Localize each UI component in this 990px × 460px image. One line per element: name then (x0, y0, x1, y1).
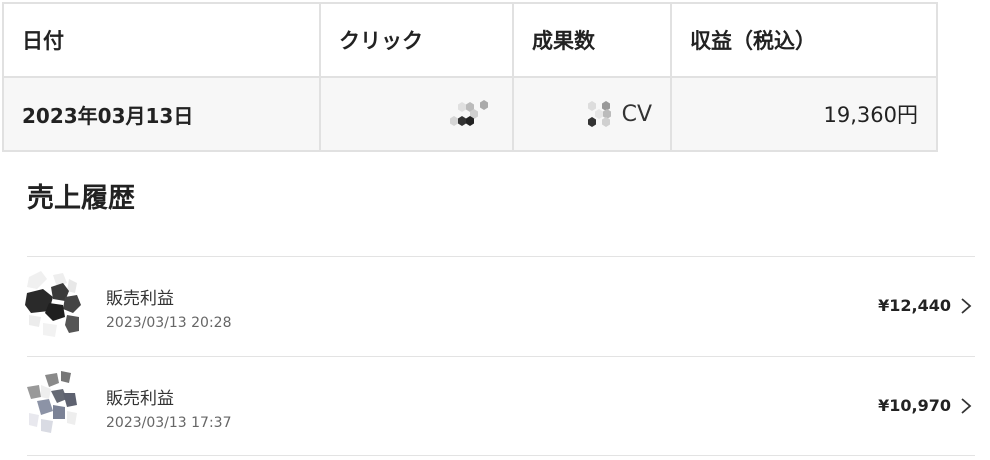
stats-table: 日付 クリック 成果数 収益（税込） 2023年03月13日 CV 19,360… (2, 2, 938, 152)
header-date: 日付 (2, 2, 321, 78)
list-item[interactable]: 販売利益 2023/03/13 20:28 ¥12,440 (25, 256, 975, 356)
avatar-icon (25, 271, 81, 337)
stats-header-row: 日付 クリック 成果数 収益（税込） (2, 2, 938, 78)
redacted-hex-icon (587, 101, 611, 127)
chevron-right-icon[interactable] (959, 396, 973, 416)
header-revenue: 収益（税込） (670, 2, 938, 78)
header-click: クリック (319, 2, 514, 78)
stats-row: 2023年03月13日 CV 19,360円 (2, 76, 938, 152)
chevron-right-icon[interactable] (959, 296, 973, 316)
sales-history-list: 販売利益 2023/03/13 20:28 ¥12,440 販売利益 2023/… (25, 256, 975, 456)
item-timestamp: 2023/03/13 17:37 (106, 415, 232, 431)
cv-unit-label: CV (621, 101, 652, 127)
item-title: 販売利益 (106, 289, 174, 309)
redacted-hex-icon (450, 100, 488, 126)
row-conversions: CV (512, 76, 672, 152)
row-revenue: 19,360円 (670, 76, 938, 152)
list-item[interactable]: 販売利益 2023/03/13 17:37 ¥10,970 (27, 356, 975, 456)
item-title: 販売利益 (106, 389, 174, 409)
avatar-icon (27, 371, 77, 433)
sales-history-title: 売上履歴 (27, 183, 135, 214)
item-timestamp: 2023/03/13 20:28 (106, 315, 232, 331)
row-date: 2023年03月13日 (2, 76, 321, 152)
item-amount: ¥10,970 (878, 396, 951, 415)
row-click (319, 76, 514, 152)
header-conversions: 成果数 (512, 2, 672, 78)
item-amount: ¥12,440 (878, 296, 951, 315)
